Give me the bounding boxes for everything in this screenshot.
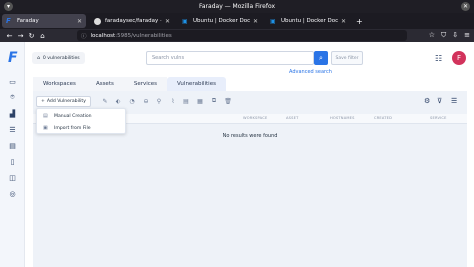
screen: ▾ Faraday — Mozilla Firefox ✕ F Faraday … xyxy=(0,0,474,267)
evidence-icon[interactable]: ⚲ xyxy=(155,97,163,105)
column-header[interactable]: HOSTNAMES xyxy=(330,116,355,120)
github-icon xyxy=(94,17,101,25)
app-tabs: Workspaces Assets Services Vulnerabiliti… xyxy=(33,77,226,91)
menu-icon[interactable]: ≡ xyxy=(464,31,470,40)
avatar[interactable]: F xyxy=(452,51,466,65)
docker-icon: ▣ xyxy=(182,17,188,25)
page-info-icon[interactable]: ⓘ xyxy=(81,32,87,40)
add-vulnerability-menu: ▤ Manual Creation ▣ Import from File xyxy=(36,108,126,134)
url-bar[interactable]: ⓘ localhost:5985/vulnerabilities xyxy=(77,30,407,41)
browser-nav-bar: ← → ↻ ⌂ ⓘ localhost:5985/vulnerabilities… xyxy=(0,29,474,42)
search-placeholder: Search vulns xyxy=(152,55,185,61)
forward-icon[interactable]: → xyxy=(15,32,26,40)
search-icon: ⌕ xyxy=(319,53,323,62)
apps-grid-icon[interactable]: ☷ xyxy=(435,54,442,63)
sidebar-settings-icon[interactable]: ◎ xyxy=(7,188,18,199)
home-icon: ⌂ xyxy=(37,55,40,61)
delete-icon[interactable]: 🗑 xyxy=(224,97,232,105)
menu-item-import-from-file[interactable]: ▣ Import from File xyxy=(37,122,127,134)
chart-icon[interactable]: ⌇ xyxy=(169,97,177,105)
new-tab-icon[interactable]: + xyxy=(356,17,363,26)
browser-tabs-bar: F Faraday ✕ faradaysec/faraday · Doc ✕ ▣… xyxy=(0,13,474,29)
list-view-icon[interactable]: ☰ xyxy=(451,97,457,105)
severity-icon[interactable]: ⊖ xyxy=(142,97,150,105)
tab-label: Ubuntu | Docker Docs xyxy=(193,18,250,24)
browser-tab-github[interactable]: faradaysec/faraday · Doc ✕ xyxy=(90,14,174,28)
window-title: Faraday — Mozilla Firefox xyxy=(198,3,275,10)
close-icon[interactable]: ✕ xyxy=(253,18,258,25)
filter-icon[interactable]: ⊽ xyxy=(437,97,442,105)
column-header[interactable]: ASSET xyxy=(286,116,299,120)
add-vulnerability-button[interactable]: + Add Vulnerability xyxy=(36,96,91,107)
tab-workspaces[interactable]: Workspaces xyxy=(33,77,86,91)
sidebar-chart-icon[interactable]: ▟ xyxy=(7,108,18,119)
tab-vulnerabilities[interactable]: Vulnerabilities xyxy=(167,77,226,91)
faraday-logo[interactable]: F xyxy=(8,51,18,65)
sidebar-data-icon[interactable]: ◫ xyxy=(7,172,18,183)
edit-icon[interactable]: ✎ xyxy=(101,97,109,105)
scrollbar[interactable] xyxy=(468,42,474,267)
tab-assets[interactable]: Assets xyxy=(85,77,124,91)
app-header: ⌂ 0 vulnerabilities Search vulns ⌕ Save … xyxy=(25,42,474,80)
copy-icon[interactable]: ⧉ xyxy=(210,97,218,105)
close-icon[interactable]: ✕ xyxy=(341,18,346,25)
vuln-count: 0 vulnerabilities xyxy=(42,55,80,61)
sidebar-workspaces-icon[interactable]: ▭ xyxy=(7,76,18,87)
docker-icon: ▣ xyxy=(270,17,276,25)
faraday-app: F ▭ ⌾ ▟ ☰ ▤ ▯ ◫ ◎ ⌂ 0 vulnerabilities Se… xyxy=(0,42,474,267)
bookmark-icon[interactable]: ☆ xyxy=(429,31,435,40)
vuln-toolbar: + Add Vulnerability ✎ ⬖ ◔ ⊖ ⚲ ⌇ ▤ ▦ ⧉ 🗑 … xyxy=(33,95,467,108)
plus-icon: + xyxy=(41,99,45,104)
advanced-search-link[interactable]: Advanced search xyxy=(289,69,332,75)
reload-icon[interactable]: ↻ xyxy=(26,32,37,40)
tab-label: Ubuntu | Docker Docs xyxy=(281,18,338,24)
tab-services[interactable]: Services xyxy=(123,77,168,91)
sidebar-list-icon[interactable]: ☰ xyxy=(7,124,18,135)
sidebar-map-pin-icon[interactable]: ⌾ xyxy=(7,92,18,103)
url-host: localhost xyxy=(90,32,116,39)
column-header[interactable]: CREATED xyxy=(374,116,392,120)
tag-icon[interactable]: ⬖ xyxy=(114,97,122,105)
faraday-icon: F xyxy=(6,16,11,25)
sidebar-report-icon[interactable]: ▯ xyxy=(7,156,18,167)
back-icon[interactable]: ← xyxy=(4,32,15,40)
table-icon[interactable]: ▦ xyxy=(196,97,204,105)
search-button[interactable]: ⌕ xyxy=(314,51,328,65)
status-icon[interactable]: ◔ xyxy=(128,97,136,105)
tab-label: faradaysec/faraday · Doc xyxy=(105,18,162,24)
column-header[interactable]: WORKSPACE xyxy=(243,116,267,120)
tab-label: Faraday xyxy=(17,18,39,24)
pocket-icon[interactable]: ⛉ xyxy=(441,31,446,40)
document-icon[interactable]: ▤ xyxy=(182,97,190,105)
browser-tab-docker-2[interactable]: ▣ Ubuntu | Docker Docs ✕ xyxy=(266,14,350,28)
menu-item-manual-creation[interactable]: ▤ Manual Creation xyxy=(37,110,127,122)
workspace-selector[interactable]: ⌂ 0 vulnerabilities xyxy=(32,52,85,64)
browser-tab-faraday[interactable]: F Faraday ✕ xyxy=(2,14,86,28)
file-import-icon: ▣ xyxy=(43,125,48,131)
window-menu-icon[interactable]: ▾ xyxy=(4,2,13,11)
vulnerabilities-panel: + Add Vulnerability ✎ ⬖ ◔ ⊖ ⚲ ⌇ ▤ ▦ ⧉ 🗑 … xyxy=(33,91,467,267)
save-filter-button[interactable]: Save filter xyxy=(331,51,363,65)
sidebar: F ▭ ⌾ ▟ ☰ ▤ ▯ ◫ ◎ xyxy=(0,42,25,267)
close-icon[interactable]: ✕ xyxy=(165,18,170,25)
close-icon[interactable]: ✕ xyxy=(77,18,82,25)
url-path: :5985/vulnerabilities xyxy=(115,32,172,39)
menu-item-label: Import from File xyxy=(54,125,91,131)
add-vulnerability-label: Add Vulnerability xyxy=(46,99,86,104)
document-icon: ▤ xyxy=(43,113,48,119)
sidebar-planner-icon[interactable]: ▤ xyxy=(7,140,18,151)
window-titlebar: ▾ Faraday — Mozilla Firefox ✕ xyxy=(0,0,474,13)
window-close-icon[interactable]: ✕ xyxy=(461,2,470,11)
save-filter-label: Save filter xyxy=(335,55,359,61)
browser-tab-docker-1[interactable]: ▣ Ubuntu | Docker Docs ✕ xyxy=(178,14,262,28)
column-header[interactable]: SERVICE xyxy=(430,116,447,120)
settings-icon[interactable]: ⚙ xyxy=(424,97,430,105)
home-icon[interactable]: ⌂ xyxy=(37,32,48,40)
extensions-icon[interactable]: ⇩ xyxy=(452,31,458,40)
search-input[interactable]: Search vulns xyxy=(146,51,314,65)
menu-item-label: Manual Creation xyxy=(54,113,92,119)
